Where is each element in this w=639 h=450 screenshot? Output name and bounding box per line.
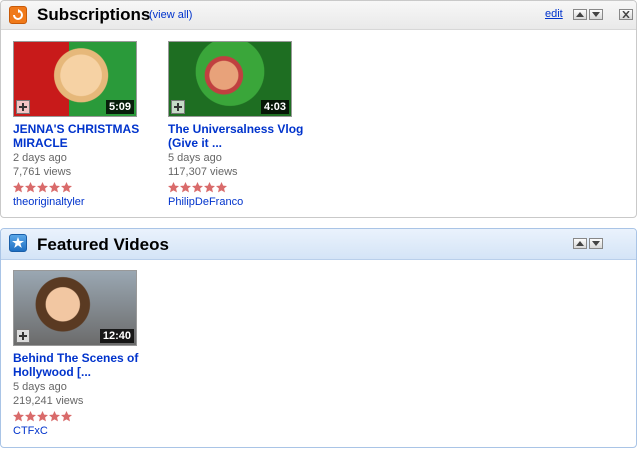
subscriptions-header: Subscriptions (view all) edit — [1, 1, 636, 30]
star-icon — [13, 411, 24, 422]
featured-title: Featured Videos — [37, 235, 169, 254]
featured-videos-module: Featured Videos 12:40 Behind The Scenes … — [0, 228, 637, 448]
star-icon — [61, 182, 72, 193]
star-icon — [61, 411, 72, 422]
video-user-link[interactable]: CTFxC — [13, 425, 48, 437]
move-down-icon[interactable] — [589, 238, 603, 249]
video-age: 5 days ago — [168, 152, 222, 164]
move-up-icon[interactable] — [573, 238, 587, 249]
featured-header: Featured Videos — [1, 229, 636, 260]
star-rating — [13, 409, 73, 422]
video-views: 117,307 views — [168, 166, 238, 178]
star-icon — [49, 411, 60, 422]
star-rating — [168, 180, 228, 193]
video-views: 219,241 views — [13, 395, 84, 407]
video-user-link[interactable]: PhilipDeFranco — [168, 196, 243, 208]
star-icon — [168, 182, 179, 193]
move-down-icon[interactable] — [589, 9, 603, 20]
video-age: 2 days ago — [13, 152, 67, 164]
video-thumbnail[interactable]: 12:40 — [13, 270, 137, 346]
video-duration: 12:40 — [99, 329, 134, 343]
video-title-link[interactable]: JENNA'S CHRISTMAS MIRACLE — [13, 122, 151, 150]
video-duration: 5:09 — [105, 100, 134, 114]
star-icon — [25, 182, 36, 193]
add-to-quicklist-icon[interactable] — [16, 100, 30, 114]
star-icon — [216, 182, 227, 193]
star-rating — [13, 180, 73, 193]
video-age: 5 days ago — [13, 381, 67, 393]
video-thumbnail[interactable]: 5:09 — [13, 41, 137, 117]
subscriptions-title: Subscriptions — [37, 5, 151, 24]
subscriptions-icon — [9, 6, 27, 24]
star-icon — [49, 182, 60, 193]
video-thumbnail[interactable]: 4:03 — [168, 41, 292, 117]
move-up-icon[interactable] — [573, 9, 587, 20]
view-all-link[interactable]: (view all) — [149, 9, 192, 21]
add-to-quicklist-icon[interactable] — [171, 100, 185, 114]
video-title-link[interactable]: Behind The Scenes of Hollywood [... — [13, 351, 151, 379]
star-icon — [204, 182, 215, 193]
star-icon — [37, 182, 48, 193]
video-user-link[interactable]: theoriginaltyler — [13, 196, 85, 208]
star-icon — [25, 411, 36, 422]
star-icon — [37, 411, 48, 422]
subscriptions-module: Subscriptions (view all) edit 5:09 JENNA… — [0, 0, 637, 218]
star-icon — [180, 182, 191, 193]
video-title-link[interactable]: The Universalness Vlog (Give it ... — [168, 122, 306, 150]
star-icon — [192, 182, 203, 193]
close-icon[interactable] — [619, 9, 633, 20]
video-views: 7,761 views — [13, 166, 72, 178]
edit-link[interactable]: edit — [545, 8, 563, 20]
featured-star-icon — [9, 234, 27, 252]
star-icon — [13, 182, 24, 193]
video-duration: 4:03 — [260, 100, 289, 114]
add-to-quicklist-icon[interactable] — [16, 329, 30, 343]
